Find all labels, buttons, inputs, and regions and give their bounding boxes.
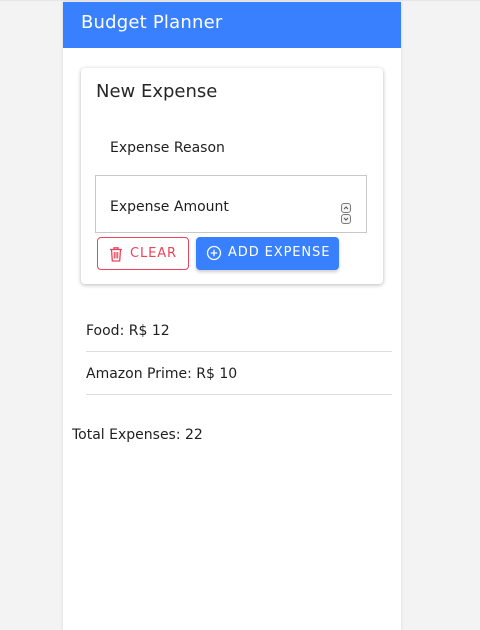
app-title: Budget Planner	[81, 12, 223, 33]
trash-icon	[109, 246, 123, 266]
list-item: Food: R$ 12	[86, 309, 392, 352]
expense-amount-input[interactable]: Expense Amount	[95, 175, 367, 233]
list-item: Amazon Prime: R$ 10	[86, 352, 392, 395]
number-spinner[interactable]	[341, 203, 352, 225]
expense-item-text: Amazon Prime: R$ 10	[86, 366, 238, 382]
expense-item-text: Food: R$ 12	[86, 323, 170, 339]
card-title: New Expense	[96, 81, 218, 102]
add-expense-button-label: ADD EXPENSE	[228, 245, 331, 260]
clear-button-label: CLEAR	[130, 246, 177, 261]
decrement-icon[interactable]	[341, 214, 351, 224]
top-border	[0, 0, 480, 1]
expense-amount-placeholder: Expense Amount	[110, 199, 229, 215]
app-container: Budget Planner New Expense Expense Reaso…	[63, 2, 401, 630]
expense-reason-input[interactable]: Expense Reason	[96, 118, 368, 178]
new-expense-card: New Expense Expense Reason Expense Amoun…	[81, 68, 383, 284]
expense-list: Food: R$ 12 Amazon Prime: R$ 10	[86, 309, 392, 395]
add-expense-button[interactable]: ADD EXPENSE	[196, 237, 339, 270]
total-expenses: Total Expenses: 22	[72, 427, 203, 443]
expense-reason-placeholder: Expense Reason	[110, 140, 225, 156]
add-circle-icon	[206, 245, 222, 265]
clear-button[interactable]: CLEAR	[97, 237, 189, 270]
toolbar: Budget Planner	[63, 2, 401, 48]
increment-icon[interactable]	[341, 203, 351, 213]
